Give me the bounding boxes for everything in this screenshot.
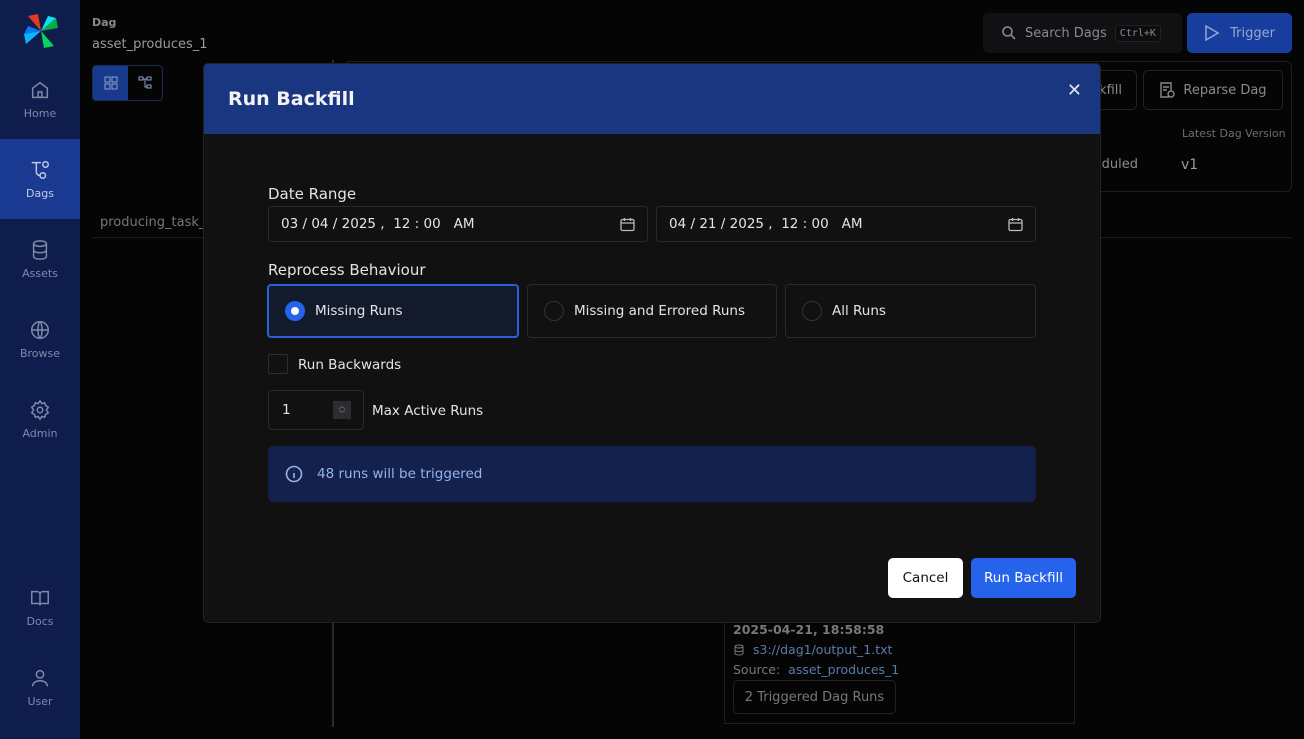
shortcut-badge: Ctrl+K	[1114, 24, 1161, 42]
sidebar-item-docs[interactable]: Docs	[0, 567, 80, 647]
sidebar-item-dags[interactable]: Dags	[0, 139, 80, 219]
max-active-runs-input[interactable]: 1 ︿ ﹀	[268, 390, 364, 430]
run-backwards-checkbox[interactable]	[268, 354, 288, 374]
number-stepper[interactable]: ︿ ﹀	[333, 401, 351, 419]
file-refresh-icon	[1160, 82, 1176, 98]
radio-label: All Runs	[832, 303, 886, 319]
sidebar-item-admin[interactable]: Admin	[0, 379, 80, 459]
triggered-dag-runs-button[interactable]: 2 Triggered Dag Runs	[733, 680, 896, 714]
radio-all-runs[interactable]: All Runs	[785, 284, 1036, 338]
search-dags-button[interactable]: Search Dags Ctrl+K	[983, 13, 1182, 53]
radio-dot	[802, 301, 822, 321]
asset-link[interactable]: s3://dag1/output_1.txt	[753, 642, 892, 657]
sidebar: Home Dags Assets Browse Admin Docs User	[0, 0, 80, 739]
gear-icon	[30, 399, 50, 420]
chevron-down-icon[interactable]: ﹀	[339, 410, 346, 418]
info-icon	[285, 465, 303, 483]
grid-icon	[104, 76, 117, 90]
radio-dot	[285, 301, 305, 321]
latest-version-value: v1	[1181, 157, 1199, 173]
reparse-label: Reparse Dag	[1183, 82, 1267, 98]
graph-view-button[interactable]	[128, 66, 162, 100]
info-text: 48 runs will be triggered	[317, 466, 483, 482]
run-backfill-button[interactable]: Run Backfill	[971, 558, 1076, 598]
grid-view-button[interactable]	[93, 66, 128, 100]
dialog-header: Run Backfill	[204, 64, 1100, 134]
max-active-runs-label: Max Active Runs	[372, 403, 484, 419]
reparse-dag-button[interactable]: Reparse Dag	[1143, 70, 1283, 110]
sidebar-item-assets[interactable]: Assets	[0, 219, 80, 299]
radio-label: Missing Runs	[315, 303, 403, 319]
dag-icon	[31, 160, 49, 179]
dag-label: Dag	[92, 16, 117, 29]
max-active-runs-value: 1	[282, 402, 291, 418]
trigger-label: Trigger	[1230, 25, 1275, 41]
book-icon	[31, 590, 49, 605]
cancel-button[interactable]: Cancel	[888, 558, 963, 598]
database-icon	[32, 239, 48, 260]
sidebar-item-label: User	[27, 694, 53, 708]
dialog-title: Run Backfill	[228, 88, 355, 110]
sidebar-item-label: Docs	[26, 614, 54, 628]
info-alert: 48 runs will be triggered	[268, 446, 1036, 502]
calendar-icon[interactable]	[620, 217, 635, 232]
sidebar-item-browse[interactable]: Browse	[0, 299, 80, 379]
graph-icon	[138, 76, 152, 89]
home-icon	[31, 81, 49, 98]
dag-name: asset_produces_1	[92, 37, 208, 52]
sidebar-item-label: Home	[23, 106, 57, 120]
source-label: Source:	[733, 662, 781, 677]
radio-label: Missing and Errored Runs	[574, 303, 746, 319]
task-name[interactable]: producing_task_1	[100, 215, 214, 230]
trigger-button[interactable]: Trigger	[1187, 13, 1292, 53]
radio-missing-runs[interactable]: Missing Runs	[267, 284, 519, 338]
date-range-label: Date Range	[268, 185, 357, 203]
sidebar-item-label: Dags	[26, 186, 54, 200]
search-icon	[1002, 26, 1016, 40]
sidebar-item-label: Assets	[22, 266, 58, 280]
sidebar-item-home[interactable]: Home	[0, 59, 80, 139]
play-icon	[1205, 24, 1220, 42]
radio-dot	[544, 301, 564, 321]
view-toggle	[92, 65, 163, 101]
start-date-input[interactable]: 03 / 04 / 2025 , 12 : 00 AM	[268, 206, 648, 242]
database-icon	[734, 644, 744, 656]
end-date-input[interactable]: 04 / 21 / 2025 , 12 : 00 AM	[656, 206, 1036, 242]
chevron-up-icon[interactable]: ︿	[339, 402, 346, 410]
globe-icon	[31, 320, 49, 339]
user-icon	[31, 669, 49, 686]
source-link[interactable]: asset_produces_1	[788, 662, 899, 677]
run-backwards-label[interactable]: Run Backwards	[298, 357, 401, 373]
close-icon[interactable]: ✕	[1067, 80, 1082, 101]
sidebar-item-label: Browse	[19, 346, 61, 360]
event-timestamp: 2025-04-21, 18:58:58	[733, 622, 885, 637]
sidebar-item-user[interactable]: User	[0, 647, 80, 727]
search-placeholder: Search Dags	[1025, 25, 1107, 41]
calendar-icon[interactable]	[1008, 217, 1023, 232]
airflow-logo[interactable]	[22, 12, 60, 50]
run-backfill-dialog: Run Backfill ✕ Date Range 03 / 04 / 2025…	[204, 64, 1100, 622]
sidebar-item-label: Admin	[22, 426, 58, 440]
latest-version-label: Latest Dag Version	[1182, 127, 1286, 140]
reprocess-behaviour-label: Reprocess Behaviour	[268, 261, 426, 279]
radio-missing-and-errored-runs[interactable]: Missing and Errored Runs	[527, 284, 777, 338]
